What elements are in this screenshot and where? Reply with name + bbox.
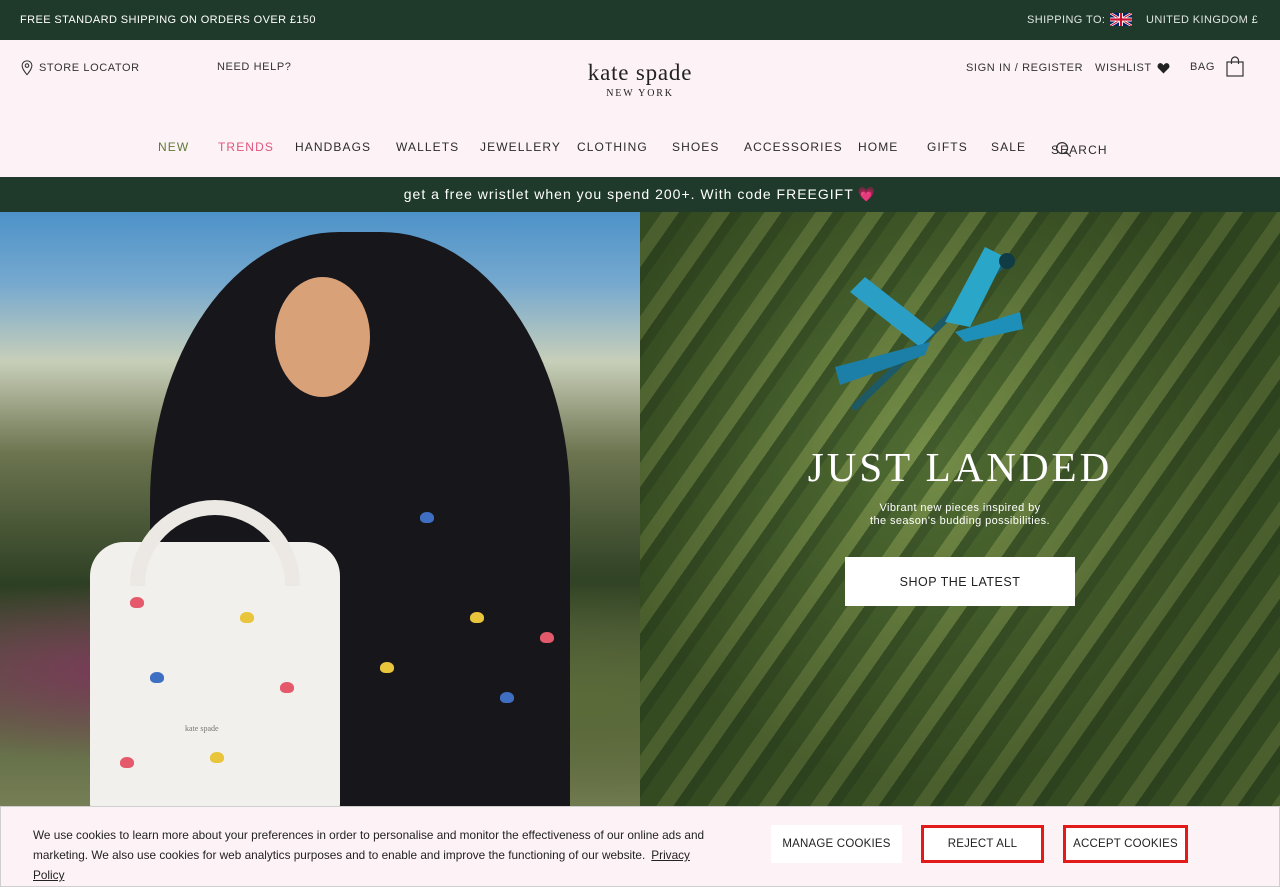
floral-print — [470, 612, 484, 623]
cookie-banner: We use cookies to learn more about your … — [0, 806, 1280, 887]
nav-item-new[interactable]: NEW — [158, 140, 189, 154]
site-header: STORE LOCATOR NEED HELP? kate spade NEW … — [0, 40, 1280, 177]
bag-floral-print — [130, 597, 144, 608]
heart-emoji-icon: 💗 — [857, 186, 877, 202]
dragonfly-illustration — [835, 247, 1023, 411]
logo-subtitle: NEW YORK — [606, 88, 674, 99]
wishlist-label: WISHLIST — [1095, 62, 1152, 74]
hero-subtitle-line1: Vibrant new pieces inspired by — [879, 502, 1041, 514]
nav-item-home[interactable]: HOME — [858, 140, 898, 154]
promo-banner[interactable]: get a free wristlet when you spend 200+.… — [0, 177, 1280, 212]
cookie-description: We use cookies to learn more about your … — [33, 828, 705, 862]
sign-in-register-link[interactable]: SIGN IN / REGISTER — [966, 62, 1083, 74]
store-locator-link[interactable]: STORE LOCATOR — [20, 60, 140, 76]
hero-model-image[interactable]: kate spade — [0, 212, 640, 812]
promo-text: get a free wristlet when you spend 200+.… — [403, 186, 854, 202]
bag-link[interactable]: BAG — [1190, 56, 1244, 77]
floral-print — [540, 632, 554, 643]
reject-all-button[interactable]: REJECT ALL — [921, 825, 1044, 863]
hero-title: JUST LANDED — [807, 444, 1113, 490]
handbag-product: kate spade — [90, 500, 340, 812]
model-face — [275, 277, 370, 397]
free-shipping-promo: FREE STANDARD SHIPPING ON ORDERS OVER £1… — [20, 14, 316, 26]
bag-brand-logo: kate spade — [185, 724, 219, 733]
nav-item-wallets[interactable]: WALLETS — [396, 140, 459, 154]
logo-wordmark: kate spade — [587, 60, 693, 85]
wishlist-link[interactable]: WISHLIST — [1095, 62, 1170, 74]
hero-campaign-panel: JUST LANDED Vibrant new pieces inspired … — [640, 212, 1280, 812]
search-button[interactable]: SEARCH — [1051, 141, 1107, 158]
manage-cookies-button[interactable]: MANAGE COOKIES — [771, 825, 902, 863]
bag-floral-print — [120, 757, 134, 768]
need-help-link[interactable]: NEED HELP? — [217, 61, 291, 73]
shipping-to-label: SHIPPING TO: — [1027, 14, 1106, 26]
store-locator-label: STORE LOCATOR — [39, 62, 140, 74]
nav-item-jewellery[interactable]: JEWELLERY — [480, 140, 561, 154]
nav-item-trends[interactable]: TRENDS — [218, 140, 274, 154]
nav-item-shoes[interactable]: SHOES — [672, 140, 720, 154]
floral-print — [420, 512, 434, 523]
nav-item-handbags[interactable]: HANDBAGS — [295, 140, 371, 154]
hero-subtitle: Vibrant new pieces inspired by the seaso… — [640, 502, 1280, 528]
hero-subtitle-line2: the season's budding possibilities. — [870, 515, 1050, 527]
nav-item-accessories[interactable]: ACCESSORIES — [744, 140, 843, 154]
heart-icon — [1157, 63, 1170, 74]
floral-print — [380, 662, 394, 673]
bag-label: BAG — [1190, 60, 1216, 73]
shopping-bag-icon — [1226, 56, 1244, 77]
uk-flag-icon[interactable] — [1110, 13, 1132, 26]
search-label: SEARCH — [1051, 142, 1108, 157]
bag-floral-print — [150, 672, 164, 683]
location-pin-icon — [21, 60, 33, 76]
country-selector[interactable]: UNITED KINGDOM £ — [1146, 14, 1258, 26]
nav-item-sale[interactable]: SALE — [991, 140, 1026, 154]
accept-cookies-button[interactable]: ACCEPT COOKIES — [1063, 825, 1188, 863]
nav-item-clothing[interactable]: CLOTHING — [577, 140, 648, 154]
shop-the-latest-button[interactable]: SHOP THE LATEST — [845, 557, 1075, 606]
floral-print — [500, 692, 514, 703]
bag-floral-print — [280, 682, 294, 693]
top-announcement-bar: FREE STANDARD SHIPPING ON ORDERS OVER £1… — [0, 0, 1280, 40]
brand-logo[interactable]: kate spade NEW YORK — [540, 60, 740, 99]
cookie-message: We use cookies to learn more about your … — [33, 825, 713, 885]
bag-floral-print — [240, 612, 254, 623]
bag-floral-print — [210, 752, 224, 763]
nav-item-gifts[interactable]: GIFTS — [927, 140, 968, 154]
